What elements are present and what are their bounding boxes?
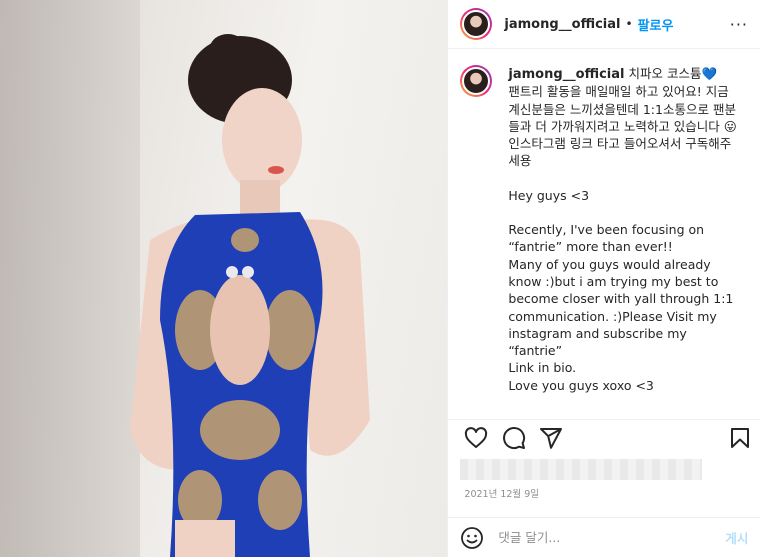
- username-link[interactable]: jamong__official: [504, 17, 620, 32]
- photo-illustration: [130, 34, 370, 557]
- follow-button[interactable]: 팔로우: [638, 15, 674, 34]
- post-comment-button[interactable]: 게시: [725, 528, 748, 547]
- caption-title: 치파오 코스튬💙: [628, 66, 718, 81]
- separator-dot: •: [625, 17, 633, 31]
- avatar[interactable]: [460, 8, 493, 40]
- more-icon[interactable]: ···: [730, 15, 748, 34]
- action-bar: [448, 419, 760, 460]
- comment-input[interactable]: [496, 529, 726, 546]
- caption-area: jamong__official 치파오 코스튬💙 팬트리 활동을 매일매일 하고…: [448, 49, 760, 401]
- likes-count-blurred: [460, 459, 703, 480]
- post-view: jamong__official • 팔로우 ··· jamong__offic…: [0, 0, 760, 557]
- caption-text: jamong__official 치파오 코스튬💙 팬트리 활동을 매일매일 하고…: [508, 65, 740, 401]
- post-header: jamong__official • 팔로우 ···: [448, 0, 760, 49]
- caption-english-greeting: Hey guys <3: [508, 187, 590, 203]
- share-icon[interactable]: [539, 426, 563, 450]
- post-photo[interactable]: [0, 0, 448, 557]
- post-sidebar: jamong__official • 팔로우 ··· jamong__offic…: [447, 0, 760, 557]
- comment-icon[interactable]: [502, 426, 526, 450]
- caption-english-body: Recently, I've been focusing on “fantrie…: [508, 222, 734, 393]
- post-date: 2021년 12월 9일: [464, 489, 539, 500]
- caption-avatar[interactable]: [460, 65, 493, 97]
- heart-icon[interactable]: [464, 426, 488, 450]
- emoji-icon[interactable]: [460, 526, 484, 550]
- bookmark-icon[interactable]: [728, 426, 752, 450]
- comment-bar: 게시: [448, 517, 760, 557]
- caption-korean: 팬트리 활동을 매일매일 하고 있어요! 지금 계신분들은 느끼셨을텐데 1:1…: [508, 84, 737, 169]
- caption-username[interactable]: jamong__official: [508, 67, 624, 82]
